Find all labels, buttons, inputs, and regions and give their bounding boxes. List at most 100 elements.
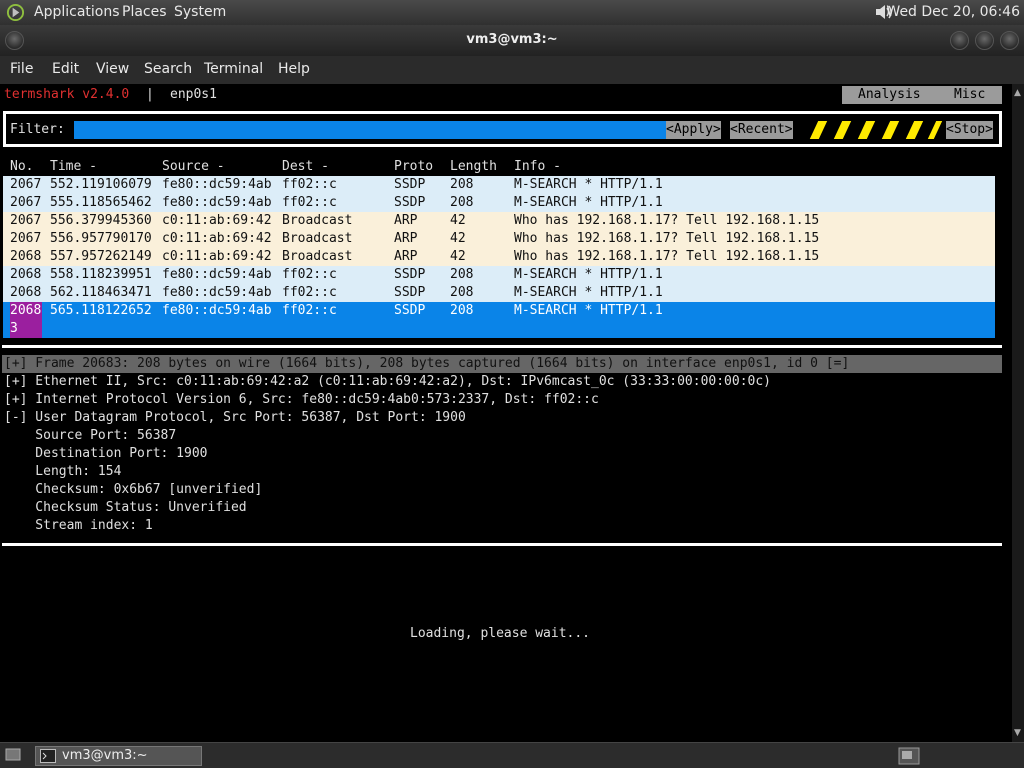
packet-cell-proto: ARP	[394, 231, 418, 246]
system-menu[interactable]: System	[174, 4, 226, 20]
packet-cell-info: Who has 192.168.1.17? Tell 192.168.1.15	[514, 213, 820, 228]
tabs-bar: Analysis Misc	[842, 86, 1002, 104]
packet-cell-len: 42	[450, 231, 466, 246]
minimize-button[interactable]	[950, 31, 969, 50]
separator: |	[146, 87, 154, 102]
scroll-up-icon[interactable]: ▲	[1014, 88, 1021, 98]
packet-cell-dst: ff02::c	[282, 267, 337, 282]
detail-line[interactable]: Destination Port: 1900	[4, 445, 207, 463]
col-length[interactable]: Length	[450, 158, 497, 176]
col-time[interactable]: Time -	[50, 158, 97, 176]
interface-name: enp0s1	[170, 87, 217, 102]
packet-cell-src: fe80::dc59:4ab	[162, 195, 272, 210]
terminal[interactable]: termshark v2.4.0 | enp0s1 Analysis Misc …	[0, 84, 1012, 742]
applications-menu[interactable]: Applications	[34, 4, 120, 20]
packet-row[interactable]: 2068 562.118463471 fe80::dc59:4ab ff02::c SS…	[3, 284, 995, 302]
menu-edit[interactable]: Edit	[52, 61, 79, 77]
menu-terminal[interactable]: Terminal	[204, 61, 263, 77]
col-proto[interactable]: Proto	[394, 158, 433, 176]
packet-cell-dst: ff02::c	[282, 177, 337, 192]
detail-line[interactable]: [+] Ethernet II, Src: c0:11:ab:69:42:a2 …	[4, 373, 771, 391]
packet-cell-time: 562.118463471	[50, 285, 152, 300]
packet-cell-len: 208	[450, 285, 474, 300]
detail-line[interactable]: Checksum: 0x6b67 [unverified]	[4, 481, 262, 499]
scrollbar[interactable]: ▲ ▼	[1012, 84, 1024, 742]
packet-cell-no: 2067	[10, 231, 42, 246]
packet-row-selected[interactable]: 2068 3 565.118122652 fe80::dc59:4ab ff02::c…	[3, 302, 995, 338]
packet-row[interactable]: 2068 557.957262149 c0:11:ab:69:42 Broadcast…	[3, 248, 995, 266]
packet-cell-dst: Broadcast	[282, 249, 353, 264]
taskbar: vm3@vm3:~	[0, 742, 1024, 768]
detail-line[interactable]: Stream index: 1	[4, 517, 152, 535]
scroll-down-icon[interactable]: ▼	[1014, 728, 1021, 738]
stop-button[interactable]: <Stop>	[946, 121, 993, 139]
menu-help[interactable]: Help	[278, 61, 310, 77]
col-info[interactable]: Info -	[514, 158, 561, 176]
filter-input[interactable]	[74, 121, 666, 139]
packet-cell-proto: SSDP	[394, 267, 426, 282]
filter-label: Filter:	[10, 122, 65, 137]
packet-cell-no: 2067	[10, 213, 42, 228]
packet-row[interactable]: 2067 556.379945360 c0:11:ab:69:42 Broadcast…	[3, 212, 995, 230]
detail-line[interactable]: Checksum Status: Unverified	[4, 499, 246, 517]
divider	[2, 543, 1002, 546]
packet-cell-no: 2068 3	[10, 302, 42, 338]
packet-row[interactable]: 2068 558.118239951 fe80::dc59:4ab ff02::c SS…	[3, 266, 995, 284]
packet-row[interactable]: 2067 552.119106079 fe80::dc59:4ab ff02::c SS…	[3, 176, 995, 194]
detail-line[interactable]: [+] Internet Protocol Version 6, Src: fe…	[4, 391, 599, 409]
window-titlebar[interactable]: vm3@vm3:~	[0, 25, 1024, 56]
recent-button[interactable]: <Recent>	[730, 121, 793, 139]
packet-cell-dst: ff02::c	[282, 303, 337, 318]
menubar: File Edit View Search Terminal Help	[0, 56, 1024, 84]
detail-line[interactable]: [+] Frame 20683: 208 bytes on wire (1664…	[4, 355, 849, 373]
packet-cell-dst: ff02::c	[282, 285, 337, 300]
detail-line[interactable]: Length: 154	[4, 463, 121, 481]
tab-analysis[interactable]: Analysis	[858, 86, 921, 104]
packet-cell-info: M-SEARCH * HTTP/1.1	[514, 177, 663, 192]
packet-row[interactable]: 2067 555.118565462 fe80::dc59:4ab ff02::c SS…	[3, 194, 995, 212]
packet-cell-proto: SSDP	[394, 177, 426, 192]
packet-cell-proto: ARP	[394, 213, 418, 228]
packet-cell-len: 208	[450, 177, 474, 192]
menu-file[interactable]: File	[10, 61, 33, 77]
clock[interactable]: Wed Dec 20, 06:46	[886, 4, 1020, 20]
packet-cell-len: 42	[450, 213, 466, 228]
tab-misc[interactable]: Misc	[954, 86, 985, 104]
packet-cell-len: 42	[450, 249, 466, 264]
packet-cell-time: 556.379945360	[50, 213, 152, 228]
menu-search[interactable]: Search	[144, 61, 192, 77]
maximize-button[interactable]	[975, 31, 994, 50]
packet-row[interactable]: 2067 556.957790170 c0:11:ab:69:42 Broadcast…	[3, 230, 995, 248]
col-dest[interactable]: Dest -	[282, 158, 329, 176]
packet-cell-len: 208	[450, 195, 474, 210]
packet-cell-info: M-SEARCH * HTTP/1.1	[514, 267, 663, 282]
packet-cell-info: M-SEARCH * HTTP/1.1	[514, 285, 663, 300]
workspace-switcher-icon[interactable]	[898, 747, 920, 765]
packet-cell-src: c0:11:ab:69:42	[162, 213, 272, 228]
packet-cell-len: 208	[450, 303, 474, 318]
packet-cell-len: 208	[450, 267, 474, 282]
taskbar-window-item[interactable]: vm3@vm3:~	[35, 746, 202, 766]
packet-cell-time: 557.957262149	[50, 249, 152, 264]
apply-button[interactable]: <Apply>	[666, 121, 721, 139]
loading-text: Loading, please wait...	[410, 626, 591, 641]
menu-view[interactable]: View	[96, 61, 129, 77]
app-name: termshark v2.4.0	[4, 87, 130, 102]
packet-cell-no: 2068	[10, 267, 42, 282]
col-source[interactable]: Source -	[162, 158, 225, 176]
packet-cell-info: Who has 192.168.1.17? Tell 192.168.1.15	[514, 249, 820, 264]
detail-line[interactable]: Source Port: 56387	[4, 427, 176, 445]
places-menu[interactable]: Places	[122, 4, 167, 20]
taskbar-item-label: vm3@vm3:~	[62, 748, 148, 763]
packet-cell-proto: ARP	[394, 249, 418, 264]
packet-cell-src: fe80::dc59:4ab	[162, 285, 272, 300]
detail-line[interactable]: [-] User Datagram Protocol, Src Port: 56…	[4, 409, 466, 427]
app-menu-logo-icon[interactable]	[6, 3, 25, 22]
packet-cell-dst: Broadcast	[282, 231, 353, 246]
col-no[interactable]: No.	[10, 158, 33, 176]
packet-cell-time: 555.118565462	[50, 195, 152, 210]
close-button[interactable]	[1000, 31, 1019, 50]
packet-cell-dst: ff02::c	[282, 195, 337, 210]
packet-cell-info: M-SEARCH * HTTP/1.1	[514, 195, 663, 210]
show-desktop-icon[interactable]	[5, 747, 21, 763]
